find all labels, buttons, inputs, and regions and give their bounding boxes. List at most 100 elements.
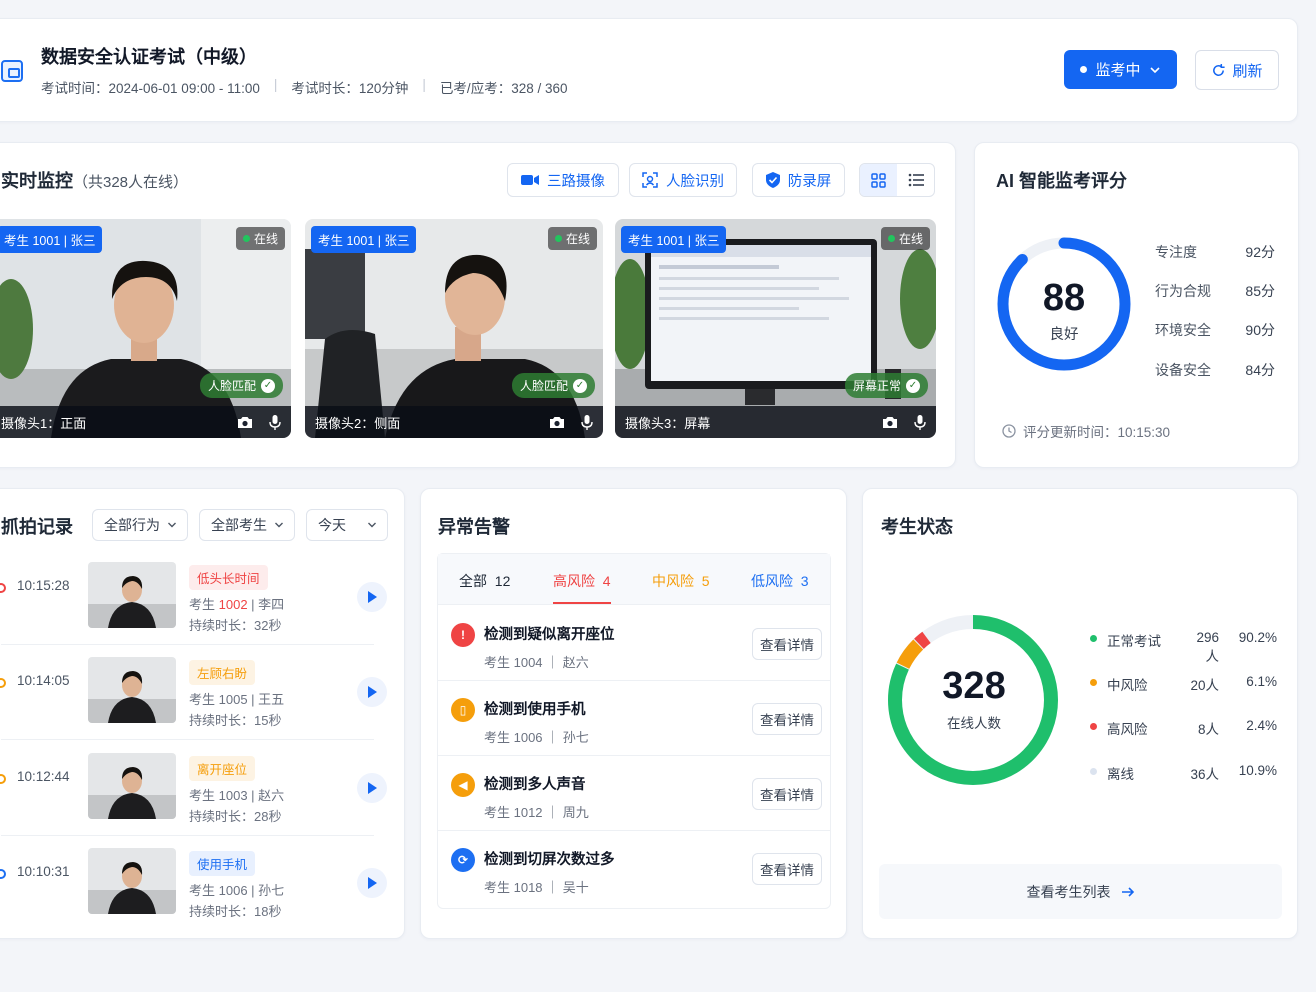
snapshot-item[interactable]: 10:14:05 左顾右盼 考生 1005 | 王五 持续时长：15秒 [0, 645, 387, 740]
score-row: 设备安全 84分 [1155, 360, 1275, 380]
tab-all[interactable]: 全部 12 [459, 571, 510, 591]
timeline-dot [0, 869, 6, 879]
exam-title: 数据安全认证考试（中级） [41, 47, 257, 67]
list-view-button[interactable] [897, 164, 934, 196]
examinee-status-title: 考生状态 [881, 517, 953, 537]
online-badge: 在线 [235, 227, 285, 250]
tab-low-risk[interactable]: 低风险 3 [751, 571, 809, 591]
alert-icon: ! [451, 623, 475, 647]
tab-high-risk[interactable]: 高风险 4 [553, 571, 611, 591]
exam-header: 数据安全认证考试（中级） 考试时间：2024-06-01 09:00 - 11:… [0, 18, 1298, 122]
play-button[interactable] [357, 677, 387, 707]
refresh-icon [1213, 63, 1226, 76]
examinee-filter-label: 全部考生 [211, 517, 267, 533]
snapshot-time: 10:15:28 [17, 578, 70, 593]
view-details-button[interactable]: 查看详情 [752, 778, 822, 810]
three-camera-label: 三路摄像 [547, 173, 605, 190]
online-count: （共328人在线） [73, 174, 189, 191]
examinee-info: 考生 1005 | 王五 [189, 689, 284, 708]
snapshot-camera-icon[interactable] [237, 416, 253, 429]
examinee-name: | 孙七 [247, 883, 285, 898]
timeline-dot [0, 774, 6, 784]
snapshot-thumbnail[interactable] [88, 657, 176, 723]
view-details-button[interactable]: 查看详情 [752, 628, 822, 660]
play-button[interactable] [357, 773, 387, 803]
play-button[interactable] [357, 582, 387, 612]
camera-feed-front[interactable]: 考生 1001 | 张三 在线 人脸匹配 ✓ 摄像头1：正面 [0, 219, 291, 438]
behavior-badge: 左顾右盼 [189, 660, 256, 685]
alert-title: 检测到疑似离开座位 [484, 627, 615, 643]
alert-tabs: 全部 12 高风险 4 中风险 5 低风险 3 [438, 554, 830, 605]
play-icon [368, 782, 377, 794]
snapshot-thumbnail[interactable] [88, 848, 176, 914]
online-label: 在线 [565, 232, 590, 246]
score-item-name: 行为合规 [1155, 283, 1211, 299]
face-recognition-button[interactable]: 人脸识别 [629, 163, 737, 197]
monitor-title-text: 实时监控 [1, 171, 73, 191]
camera-bar: 摄像头1：正面 [0, 406, 291, 438]
score-row: 专注度 92分 [1155, 242, 1275, 262]
score-item-name: 专注度 [1155, 244, 1197, 260]
legend-name: 离线 [1107, 767, 1134, 782]
play-icon [368, 686, 377, 698]
timeline-dot [0, 583, 6, 593]
camera-label: 摄像头3：屏幕 [625, 415, 711, 431]
proctoring-status-button[interactable]: 监考中 [1064, 50, 1177, 89]
view-examinee-list-label: 查看考生列表 [1026, 883, 1111, 900]
tab-medium-risk[interactable]: 中风险 5 [652, 571, 710, 591]
score-item-name: 环境安全 [1155, 322, 1211, 338]
alert-title: 检测到多人声音 [484, 777, 586, 793]
snapshot-item[interactable]: 10:15:28 低头长时间 考生 1002 | 李四 持续时长：32秒 [0, 550, 387, 645]
view-details-button[interactable]: 查看详情 [752, 703, 822, 735]
score-updated: 评分更新时间：10:15:30 [1002, 421, 1170, 441]
tab-count: 3 [800, 573, 809, 589]
anti-recording-label: 防录屏 [787, 173, 832, 190]
chevron-down-icon [168, 522, 176, 528]
microphone-icon[interactable] [581, 414, 593, 430]
score-item-value: 92分 [1245, 244, 1275, 260]
camera-feed-screen[interactable]: 考生 1001 | 张三 在线 屏幕正常 ✓ 摄像头3：屏幕 [615, 219, 936, 438]
snapshot-title: 抓拍记录 [1, 517, 73, 537]
legend-count: 296人 [1196, 630, 1219, 664]
microphone-icon[interactable] [914, 414, 926, 430]
exam-time: 考试时间：2024-06-01 09:00 - 11:00 [41, 81, 260, 96]
snapshot-item[interactable]: 10:10:31 使用手机 考生 1006 | 孙七 持续时长：18秒 [0, 836, 387, 931]
examinee-info: 考生 1002 | 李四 [189, 594, 284, 613]
snapshot-time: 10:12:44 [17, 769, 70, 784]
divider [1, 739, 374, 740]
camera-label: 摄像头2：侧面 [315, 415, 401, 431]
grid-view-button[interactable] [860, 164, 897, 196]
alerts-title: 异常告警 [438, 517, 510, 537]
refresh-button[interactable]: 刷新 [1195, 50, 1279, 90]
legend-percent: 90.2% [1238, 630, 1277, 645]
play-button[interactable] [357, 868, 387, 898]
alert-title: 检测到使用手机 [484, 702, 586, 718]
check-icon: ✓ [573, 378, 587, 393]
exam-icon [1, 60, 23, 82]
alert-item: ⟳ 检测到切屏次数过多 考生 1018 ｜ 吴十 查看详情 [438, 831, 830, 906]
camera-bar: 摄像头2：侧面 [305, 406, 603, 438]
date-filter[interactable]: 今天 [306, 509, 388, 541]
snapshot-item[interactable]: 10:12:44 离开座位 考生 1003 | 赵六 持续时长：28秒 [0, 741, 387, 836]
examinee-filter[interactable]: 全部考生 [199, 509, 295, 541]
view-details-button[interactable]: 查看详情 [752, 853, 822, 885]
legend-dot [1090, 635, 1097, 642]
anti-recording-button[interactable]: 防录屏 [752, 163, 845, 197]
face-match-badge: 人脸匹配 ✓ [511, 373, 595, 398]
camera-feed-side[interactable]: 考生 1001 | 张三 在线 人脸匹配 ✓ 摄像头2：侧面 [305, 219, 603, 438]
score-item-value: 90分 [1245, 322, 1275, 338]
tab-label: 高风险 [553, 573, 595, 589]
list-icon [908, 173, 924, 187]
snapshot-camera-icon[interactable] [882, 416, 898, 429]
three-camera-button[interactable]: 三路摄像 [507, 163, 619, 197]
view-examinee-list-button[interactable]: 查看考生列表 [879, 864, 1282, 919]
microphone-icon[interactable] [269, 414, 281, 430]
snapshot-thumbnail[interactable] [88, 562, 176, 628]
snapshot-camera-icon[interactable] [549, 416, 565, 429]
snapshot-thumbnail[interactable] [88, 753, 176, 819]
examinee-name: | 李四 [247, 597, 285, 612]
legend-percent: 6.1% [1246, 674, 1277, 689]
score-item-name: 设备安全 [1155, 362, 1211, 378]
ai-score-title: AI 智能监考评分 [996, 171, 1128, 191]
behavior-filter[interactable]: 全部行为 [92, 509, 188, 541]
